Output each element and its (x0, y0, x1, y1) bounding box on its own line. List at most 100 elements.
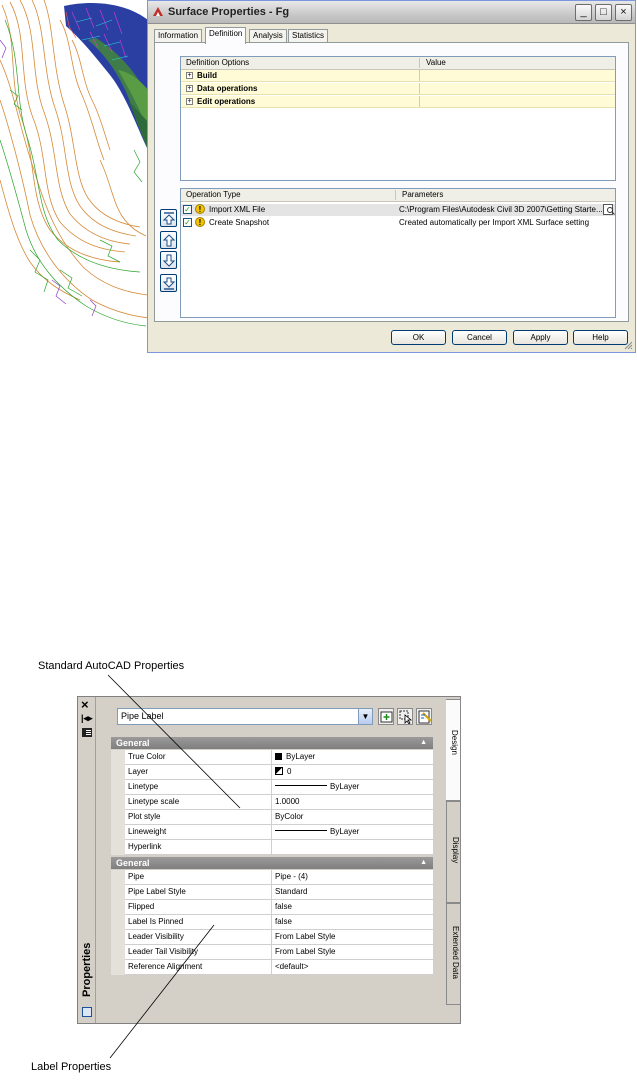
property-value[interactable]: <default> (275, 960, 308, 974)
quick-select-button[interactable] (416, 708, 432, 725)
property-value[interactable]: false (275, 915, 292, 929)
maximize-button[interactable]: □ (595, 4, 612, 21)
move-down-button[interactable] (160, 251, 177, 269)
palette-options-icon[interactable] (82, 1007, 92, 1017)
definition-row-build[interactable]: + Build (181, 70, 615, 82)
cell-divider (271, 780, 272, 795)
property-value[interactable]: From Label Style (275, 930, 335, 944)
expand-plus-icon[interactable]: + (186, 72, 193, 79)
property-value[interactable]: From Label Style (275, 945, 335, 959)
cell-divider (419, 83, 420, 94)
toggle-pickadd-button[interactable] (378, 708, 394, 725)
property-value[interactable]: 1.0000 (275, 795, 299, 809)
dialog-title: Surface Properties - Fg (168, 6, 290, 18)
tab-definition[interactable]: Definition (205, 27, 247, 44)
column-header-parameters[interactable]: Parameters (397, 189, 443, 201)
property-value[interactable]: ByLayer (275, 780, 359, 794)
property-row-layer[interactable]: Layer 0 (111, 765, 433, 780)
chevron-down-icon[interactable]: ▼ (358, 709, 372, 724)
row-indent (111, 810, 125, 825)
property-row-pipe[interactable]: Pipe Pipe - (4) (111, 870, 433, 885)
palette-close-icon[interactable]: × (81, 698, 89, 711)
palette-properties-menu-icon[interactable] (82, 728, 92, 737)
property-row-pipe-label-style[interactable]: Pipe Label Style Standard (111, 885, 433, 900)
property-name: Plot style (128, 812, 161, 821)
move-up-button[interactable] (160, 231, 177, 249)
move-to-top-button[interactable] (160, 209, 177, 227)
property-row-plot-style[interactable]: Plot style ByColor (111, 810, 433, 825)
palette-title-strip[interactable]: × |◂▸ Properties (78, 697, 96, 1023)
property-row-linetype[interactable]: Linetype ByLayer (111, 780, 433, 795)
auto-hide-icon[interactable]: |◂▸ (81, 713, 93, 724)
property-row-true-color[interactable]: True Color ByLayer (111, 750, 433, 765)
property-name: Lineweight (128, 827, 167, 836)
property-name: Leader Tail Visibility (128, 947, 198, 956)
property-row-flipped[interactable]: Flipped false (111, 900, 433, 915)
quick-select-icon (418, 710, 432, 724)
collapse-arrow-icon[interactable]: ▲ (420, 857, 427, 869)
property-name: Hyperlink (128, 842, 162, 851)
property-value[interactable]: ByLayer (275, 750, 315, 764)
tab-statistics[interactable]: Statistics (288, 29, 329, 43)
column-header-operation-type[interactable]: Operation Type (181, 189, 241, 201)
close-button[interactable]: × (615, 4, 632, 21)
definition-row-edit-operations[interactable]: + Edit operations (181, 96, 615, 108)
tab-design[interactable]: Design (446, 699, 461, 801)
surface-properties-dialog: Surface Properties - Fg _ □ × Informatio… (147, 0, 636, 353)
collapse-arrow-icon[interactable]: ▲ (420, 737, 427, 749)
select-objects-button[interactable] (397, 708, 413, 725)
apply-button[interactable]: Apply (513, 330, 568, 345)
minimize-button[interactable]: _ (575, 4, 592, 21)
select-objects-icon (399, 710, 413, 724)
property-value[interactable]: ByColor (275, 810, 303, 824)
property-value[interactable]: ByLayer (275, 825, 359, 839)
property-value[interactable]: false (275, 900, 292, 914)
property-row-leader-visibility[interactable]: Leader Visibility From Label Style (111, 930, 433, 945)
category-header-general-label[interactable]: General ▲ (111, 857, 433, 869)
operation-row-import-xml[interactable]: ✓ ! Import XML File C:\Program Files\Aut… (181, 204, 615, 216)
expand-plus-icon[interactable]: + (186, 98, 193, 105)
property-value[interactable]: 0 (275, 765, 291, 779)
column-divider[interactable] (419, 58, 420, 68)
help-button[interactable]: Help (573, 330, 628, 345)
property-value[interactable]: Standard (275, 885, 307, 899)
palette-title: Properties (81, 942, 93, 997)
resize-grip-icon[interactable] (623, 340, 633, 350)
property-row-label-is-pinned[interactable]: Label Is Pinned false (111, 915, 433, 930)
property-name: Layer (128, 767, 149, 776)
color-swatch-icon (275, 753, 282, 760)
operation-enabled-checkbox[interactable]: ✓ (183, 218, 192, 227)
property-row-hyperlink[interactable]: Hyperlink (111, 840, 433, 855)
palette-content: Pipe Label ▼ General ▲ True Color ByLaye… (97, 697, 445, 1023)
property-value-text: ByLayer (330, 782, 360, 791)
tab-extended-data[interactable]: Extended Data (446, 903, 461, 1005)
cell-divider (271, 870, 272, 885)
browse-file-icon[interactable] (603, 204, 615, 215)
surface-contour-map (0, 0, 151, 327)
move-to-bottom-button[interactable] (160, 274, 177, 292)
column-header-value[interactable]: Value (421, 57, 446, 69)
operation-row-create-snapshot[interactable]: ✓ ! Create Snapshot Created automaticall… (181, 217, 615, 229)
tab-information[interactable]: Information (154, 29, 203, 43)
object-type-dropdown[interactable]: Pipe Label ▼ (117, 708, 373, 725)
expand-plus-icon[interactable]: + (186, 85, 193, 92)
definition-row-data-operations[interactable]: + Data operations (181, 83, 615, 95)
column-divider[interactable] (395, 190, 396, 200)
dialog-titlebar[interactable]: Surface Properties - Fg _ □ × (148, 1, 635, 24)
property-value[interactable]: Pipe - (4) (275, 870, 308, 884)
cancel-button[interactable]: Cancel (452, 330, 507, 345)
property-row-linetype-scale[interactable]: Linetype scale 1.0000 (111, 795, 433, 810)
tab-display[interactable]: Display (446, 801, 461, 903)
callout-standard-autocad-properties: Standard AutoCAD Properties (38, 660, 185, 672)
property-row-leader-tail-visibility[interactable]: Leader Tail Visibility From Label Style (111, 945, 433, 960)
ok-button[interactable]: OK (391, 330, 446, 345)
operation-enabled-checkbox[interactable]: ✓ (183, 205, 192, 214)
row-indent (111, 765, 125, 780)
column-header-definition-options[interactable]: Definition Options (181, 57, 249, 69)
civil3d-app-icon (153, 7, 163, 16)
property-row-lineweight[interactable]: Lineweight ByLayer (111, 825, 433, 840)
tab-analysis[interactable]: Analysis (249, 29, 287, 43)
property-row-reference-alignment[interactable]: Reference Alignment <default> (111, 960, 433, 975)
row-indent (111, 900, 125, 915)
category-header-general-standard[interactable]: General ▲ (111, 737, 433, 749)
